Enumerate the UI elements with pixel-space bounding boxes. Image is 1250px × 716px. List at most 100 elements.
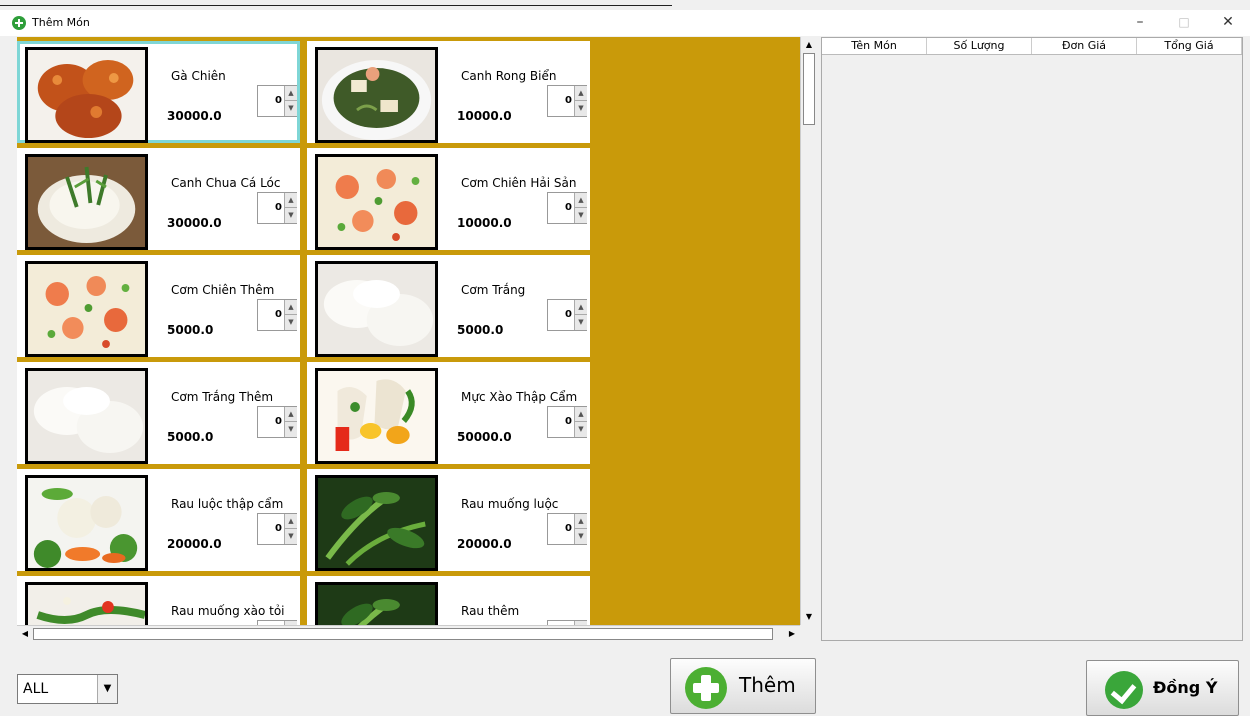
column-header-total-price[interactable]: Tổng Giá (1137, 38, 1242, 54)
increment-arrow-icon[interactable]: ▲ (284, 300, 297, 315)
decrement-arrow-icon[interactable]: ▼ (284, 315, 297, 330)
quantity-value[interactable]: 0 (258, 407, 284, 437)
horizontal-scroll-thumb[interactable] (33, 628, 773, 640)
add-dish-window: Thêm Món – □ ✕ Gà Chiên 30000.0 0 ▲ ▼ Canh Ro… (0, 0, 1250, 716)
quantity-stepper[interactable]: 0 ▲ ▼ (547, 192, 587, 224)
food-image (315, 154, 438, 250)
scroll-up-arrow-icon[interactable]: ▲ (802, 38, 816, 52)
minimize-button[interactable]: – (1118, 10, 1162, 36)
food-image (315, 261, 438, 357)
menu-item-card[interactable]: Cơm Chiên Hải Sản 10000.0 0 ▲ ▼ (307, 148, 590, 250)
menu-item-card[interactable]: Rau muống xào tỏi▲▼ (17, 576, 300, 625)
quantity-value[interactable]: 0 (548, 407, 574, 437)
increment-arrow-icon[interactable]: ▲ (284, 407, 297, 422)
quantity-stepper[interactable]: 0 ▲ ▼ (257, 513, 297, 545)
food-image (25, 475, 148, 571)
quantity-stepper[interactable]: 0 ▲ ▼ (257, 299, 297, 331)
quantity-value[interactable]: 0 (258, 193, 284, 223)
confirm-button[interactable]: Đồng Ý (1086, 660, 1239, 716)
close-button[interactable]: ✕ (1206, 10, 1250, 36)
decrement-arrow-icon[interactable]: ▼ (574, 208, 587, 223)
food-image (315, 47, 438, 143)
food-image (315, 368, 438, 464)
decrement-arrow-icon[interactable]: ▼ (284, 208, 297, 223)
menu-item-card[interactable]: Gà Chiên 30000.0 0 ▲ ▼ (17, 41, 300, 143)
quantity-value[interactable]: 0 (258, 514, 284, 544)
quantity-value[interactable]: 0 (258, 86, 284, 116)
menu-item-card[interactable]: Cơm Chiên Thêm 5000.0 0 ▲ ▼ (17, 255, 300, 357)
quantity-stepper[interactable]: 0 ▲ ▼ (257, 192, 297, 224)
maximize-button[interactable]: □ (1162, 10, 1206, 36)
quantity-value[interactable]: 0 (548, 86, 574, 116)
increment-arrow-icon[interactable]: ▲ (574, 300, 587, 315)
scroll-left-arrow-icon[interactable]: ◀ (18, 627, 32, 641)
quantity-value[interactable]: 0 (548, 300, 574, 330)
food-price: 20000.0 (457, 537, 512, 551)
decrement-arrow-icon[interactable]: ▼ (284, 422, 297, 437)
vertical-scroll-thumb[interactable] (803, 53, 815, 125)
menu-items-panel[interactable]: Gà Chiên 30000.0 0 ▲ ▼ Canh Rong Biển 10000.0 0… (17, 37, 800, 625)
increment-arrow-icon[interactable]: ▲ (574, 193, 587, 208)
scroll-corner (800, 625, 816, 641)
menu-item-card[interactable]: Cơm Trắng 5000.0 0 ▲ ▼ (307, 255, 590, 357)
column-header-name[interactable]: Tên Món (822, 38, 927, 54)
quantity-stepper[interactable]: 0 ▲ ▼ (547, 513, 587, 545)
increment-arrow-icon[interactable]: ▲ (284, 86, 297, 101)
quantity-stepper[interactable]: 0 ▲ ▼ (547, 406, 587, 438)
chevron-down-icon[interactable]: ▼ (97, 675, 117, 703)
food-name: Canh Rong Biển (461, 69, 557, 83)
quantity-stepper[interactable]: 0 ▲ ▼ (547, 85, 587, 117)
column-header-unit-price[interactable]: Đơn Giá (1032, 38, 1137, 54)
menu-item-card[interactable]: Cơm Trắng Thêm 5000.0 0 ▲ ▼ (17, 362, 300, 464)
menu-item-card[interactable]: Canh Rong Biển 10000.0 0 ▲ ▼ (307, 41, 590, 143)
quantity-stepper[interactable]: 0 ▲ ▼ (547, 299, 587, 331)
decrement-arrow-icon[interactable]: ▼ (284, 101, 297, 116)
category-filter-select[interactable]: ALL ▼ (17, 674, 118, 704)
menu-item-card[interactable]: Rau thêm▲▼ (307, 576, 590, 625)
decrement-arrow-icon[interactable]: ▼ (574, 529, 587, 544)
quantity-value[interactable]: 0 (548, 193, 574, 223)
increment-arrow-icon[interactable]: ▲ (574, 407, 587, 422)
food-price: 30000.0 (167, 216, 222, 230)
scroll-right-arrow-icon[interactable]: ▶ (785, 627, 799, 641)
increment-arrow-icon[interactable]: ▲ (574, 514, 587, 529)
food-name: Cơm Chiên Thêm (171, 283, 275, 297)
scroll-down-arrow-icon[interactable]: ▼ (802, 610, 816, 624)
quantity-stepper[interactable]: 0 ▲ ▼ (257, 406, 297, 438)
decrement-arrow-icon[interactable]: ▼ (574, 101, 587, 116)
window-title: Thêm Món (32, 16, 90, 29)
food-price: 10000.0 (457, 109, 512, 123)
decrement-arrow-icon[interactable]: ▼ (284, 529, 297, 544)
food-image (315, 582, 438, 625)
increment-arrow-icon[interactable]: ▲ (574, 86, 587, 101)
column-header-quantity[interactable]: Số Lượng (927, 38, 1032, 54)
quantity-stepper[interactable]: 0 ▲ ▼ (257, 85, 297, 117)
add-button[interactable]: Thêm (670, 658, 816, 714)
vertical-scrollbar[interactable]: ▲ ▼ (800, 37, 816, 625)
food-name: Rau muống luộc (461, 497, 559, 511)
decrement-arrow-icon[interactable]: ▼ (574, 315, 587, 330)
decrement-arrow-icon[interactable]: ▼ (574, 422, 587, 437)
horizontal-scrollbar[interactable]: ◀ ▶ (17, 625, 800, 641)
menu-item-card[interactable]: Rau luộc thập cẩm 20000.0 0 ▲ ▼ (17, 469, 300, 571)
menu-item-card[interactable]: Rau muống luộc 20000.0 0 ▲ ▼ (307, 469, 590, 571)
food-price: 5000.0 (457, 323, 504, 337)
quantity-value[interactable]: 0 (548, 514, 574, 544)
title-bar[interactable]: Thêm Món – □ ✕ (0, 10, 1250, 36)
food-name: Gà Chiên (171, 69, 226, 83)
add-button-label: Thêm (739, 673, 796, 697)
food-name: Rau thêm (461, 604, 520, 618)
increment-arrow-icon[interactable]: ▲ (284, 193, 297, 208)
food-price: 5000.0 (167, 430, 214, 444)
menu-item-card[interactable]: Mực Xào Thập Cẩm 50000.0 0 ▲ ▼ (307, 362, 590, 464)
food-image (25, 261, 148, 357)
food-name: Cơm Chiên Hải Sản (461, 176, 577, 190)
order-table[interactable]: Tên Món Số Lượng Đơn Giá Tổng Giá (821, 37, 1243, 641)
food-name: Mực Xào Thập Cẩm (461, 390, 578, 404)
food-price: 50000.0 (457, 430, 512, 444)
increment-arrow-icon[interactable]: ▲ (284, 514, 297, 529)
plus-icon (685, 667, 727, 709)
order-table-header: Tên Món Số Lượng Đơn Giá Tổng Giá (822, 38, 1242, 55)
menu-item-card[interactable]: Canh Chua Cá Lóc 30000.0 0 ▲ ▼ (17, 148, 300, 250)
quantity-value[interactable]: 0 (258, 300, 284, 330)
